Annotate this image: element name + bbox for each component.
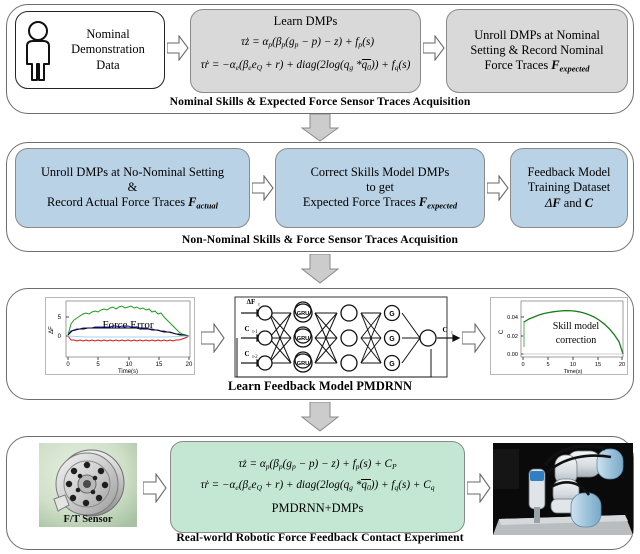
svg-text:20: 20	[186, 362, 193, 368]
force-error-chart: 0 5 0 5 10 15 20 Force Error Time(s) ΔF	[45, 297, 195, 375]
svg-text:0.04: 0.04	[507, 315, 518, 321]
dmp-equation-r: τṙ = −αe(βeeQ + r) + diag(2log(qg *q0)) …	[200, 58, 411, 72]
pmdrnn-network-diagram: GRU GRU GRU GGG ΔF t C t-1 C t-2 C t	[229, 291, 461, 390]
svg-text:0: 0	[521, 362, 524, 368]
section-caption: Nominal Skills & Expected Force Sensor T…	[169, 95, 471, 108]
skill-model-correction-chart: 0.00 0.02 0.04 0 5 10 15 20 Skill model …	[490, 297, 628, 375]
box-line: Feedback Model	[527, 165, 611, 180]
box-line: Record Actual Force Traces Factual	[47, 195, 218, 211]
svg-text:Time(s): Time(s)	[118, 369, 138, 374]
person-icon	[26, 21, 50, 81]
svg-text:15: 15	[156, 362, 163, 368]
nominal-demonstration-data-box: Nominal Demonstration Data	[15, 11, 165, 89]
arrow-right	[423, 35, 445, 61]
pmdrnn-dmps-box: τż = αp(βp(gp − p) − z) + fp(s) + CP τṙ …	[170, 441, 465, 533]
ft-sensor-photo: F/T Sensor	[39, 443, 137, 527]
svg-text:t-2: t-2	[252, 355, 258, 360]
correct-skills-model-box: Correct Skills Model DMPs to get Expecte…	[275, 148, 485, 228]
section-nominal-acquisition: Nominal Demonstration Data Learn DMPs τż…	[6, 4, 634, 114]
box-line: Expected Force Traces Fexpected	[302, 195, 458, 211]
arrow-down	[300, 401, 340, 437]
svg-text:correction: correction	[556, 335, 597, 346]
arrow-right	[143, 473, 167, 503]
svg-text:G: G	[389, 336, 395, 343]
svg-text:20: 20	[619, 362, 625, 368]
ft-sensor-caption: F/T Sensor	[63, 514, 113, 525]
svg-text:C: C	[442, 326, 447, 334]
learn-dmps-box: Learn DMPs τż = αp(βp(gp − p) − z) + fp(…	[190, 9, 421, 93]
box-line: Demonstration	[71, 42, 145, 57]
box-line: ΔF and C	[545, 195, 593, 210]
svg-text:GRU: GRU	[297, 361, 309, 367]
arrow-down	[300, 253, 340, 289]
arrow-right	[252, 175, 274, 201]
dmp-equation-z: τż = αp(βp(gp − p) − z) + fp(s)	[240, 36, 375, 50]
svg-text:5: 5	[96, 362, 100, 368]
svg-text:Force Error: Force Error	[102, 319, 153, 331]
section-non-nominal-acquisition: Unroll DMPs at No-Nominal Setting & Reco…	[6, 142, 634, 252]
box-line: Data	[96, 57, 120, 72]
svg-text:G: G	[389, 311, 395, 318]
section-caption: Non-Nominal Skills & Force Sensor Traces…	[181, 233, 459, 246]
svg-text:C: C	[244, 325, 249, 333]
svg-text:GRU: GRU	[297, 311, 309, 317]
box-line: Unroll DMPs at No-Nominal Setting	[40, 165, 225, 180]
svg-text:ΔF: ΔF	[247, 298, 256, 306]
svg-text:0.02: 0.02	[507, 334, 518, 340]
svg-text:G: G	[389, 361, 395, 368]
box-line: &	[127, 180, 138, 195]
arrow-right	[487, 175, 509, 201]
svg-text:C: C	[244, 350, 249, 358]
svg-text:GRU: GRU	[297, 336, 309, 342]
arrow-right	[467, 473, 491, 503]
robot-experiment-photo	[493, 443, 633, 535]
svg-text:0: 0	[58, 334, 62, 340]
svg-text:15: 15	[595, 362, 601, 368]
dmp-equation-r-corrected: τṙ = −αe(βeeQ + r) + diag(2log(qg *q0)) …	[200, 479, 435, 493]
svg-text:5: 5	[58, 315, 62, 321]
svg-text:5: 5	[546, 362, 549, 368]
svg-text:0.00: 0.00	[507, 352, 518, 358]
svg-text:0: 0	[66, 362, 70, 368]
box-line: Correct Skills Model DMPs	[310, 165, 450, 180]
svg-text:t-1: t-1	[252, 330, 258, 335]
box-line: Nominal	[86, 27, 130, 42]
box-line: Training Dataset	[527, 180, 611, 195]
arrow-right	[201, 323, 225, 353]
svg-text:C: C	[499, 329, 505, 334]
section-learn-feedback-model: 0 5 0 5 10 15 20 Force Error Time(s) ΔF …	[6, 288, 634, 400]
dmp-equation-z-corrected: τż = αp(βp(gp − p) − z) + fp(s) + CP	[238, 457, 397, 472]
pipeline-diagram: Nominal Demonstration Data Learn DMPs τż…	[0, 0, 640, 554]
feedback-model-dataset-box: Feedback Model Training Dataset ΔF and C	[510, 148, 628, 228]
section-caption: Learn Feedback Model PMDRNN	[227, 379, 413, 393]
arrow-right	[462, 323, 486, 353]
section-caption: Real-world Robotic Force Feedback Contac…	[176, 531, 464, 544]
arrow-right	[167, 35, 189, 61]
svg-text:Skill model: Skill model	[553, 321, 600, 332]
svg-text:ΔF: ΔF	[49, 326, 55, 334]
box-line: to get	[366, 180, 394, 195]
box-line: Force Traces Fexpected	[484, 58, 590, 74]
pmdrnn-dmps-label: PMDRNN+DMPs	[271, 500, 364, 515]
unroll-dmps-nominal-box: Unroll DMPs at Nominal Setting & Record …	[446, 9, 628, 93]
learn-dmps-title: Learn DMPs	[273, 14, 338, 28]
svg-text:10: 10	[126, 362, 133, 368]
section-real-world-experiment: F/T Sensor τż = αp(βp(gp − p) − z) + fp(…	[6, 436, 634, 550]
unroll-dmps-no-nominal-box: Unroll DMPs at No-Nominal Setting & Reco…	[15, 148, 250, 228]
box-line: Setting & Record Nominal	[470, 43, 604, 58]
svg-text:Time(s): Time(s)	[564, 369, 583, 374]
svg-text:10: 10	[570, 362, 576, 368]
box-line: Unroll DMPs at Nominal	[474, 28, 600, 43]
